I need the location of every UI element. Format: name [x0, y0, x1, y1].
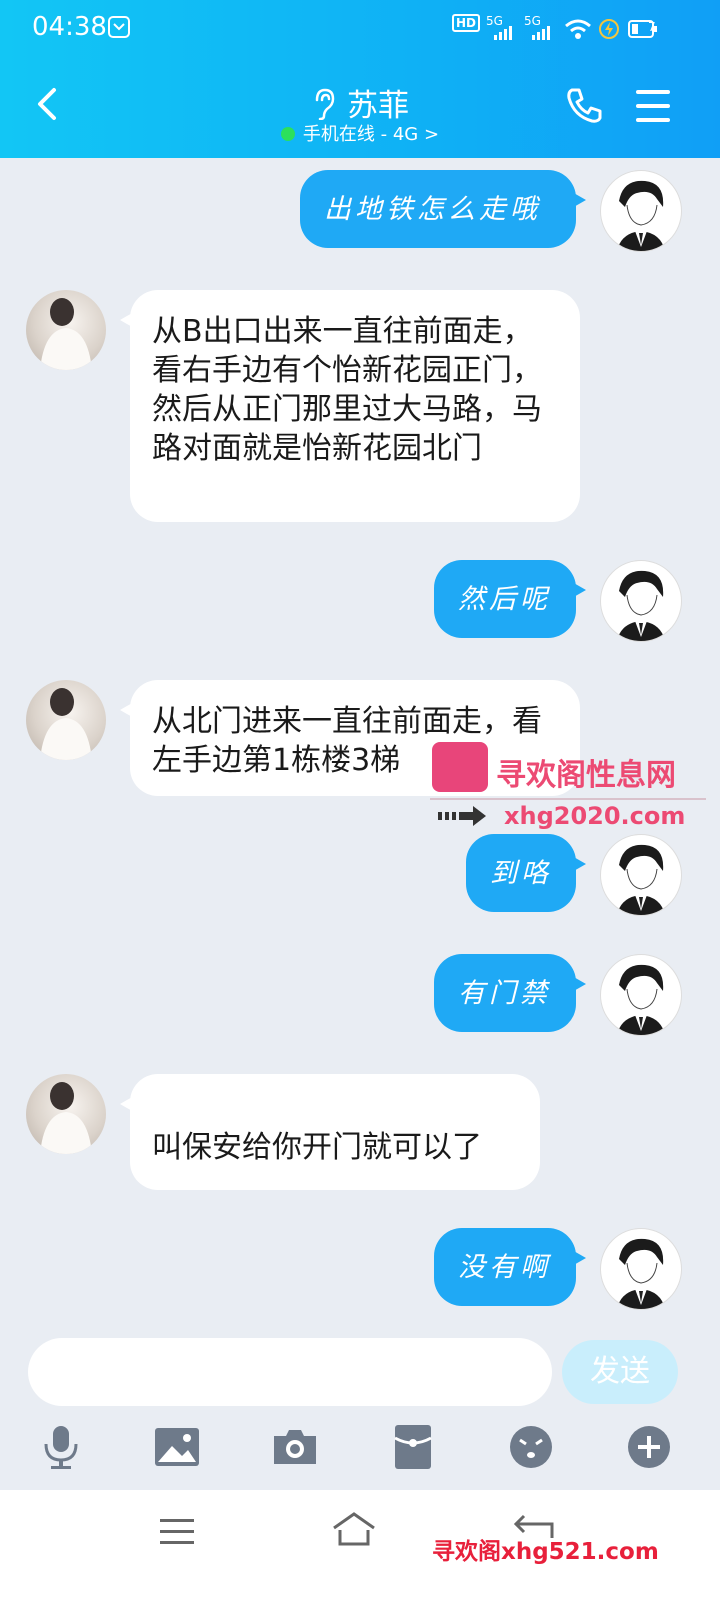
hd-icon: HD	[452, 14, 481, 32]
contact-name: 苏菲	[347, 88, 409, 124]
menu-icon[interactable]	[632, 86, 676, 126]
message-input[interactable]	[28, 1338, 552, 1406]
app-notification-icon	[108, 16, 130, 38]
watermark-bottom: 寻欢阁xhg521.com	[432, 1539, 659, 1565]
redpacket-icon[interactable]	[388, 1422, 438, 1472]
contact-message-bubble[interactable]: 从B出口出来一直往前面走，看右手边有个怡新花园正门，然后从正门那里过大马路，马路…	[120, 290, 580, 522]
contact-avatar[interactable]	[26, 1074, 106, 1154]
my-message-bubble[interactable]: 有门禁	[434, 954, 586, 1032]
my-message-bubble[interactable]: 到咯	[466, 834, 586, 912]
online-dot	[280, 127, 295, 141]
contact-avatar[interactable]	[26, 680, 106, 760]
ear-icon	[315, 88, 335, 121]
my-message-bubble[interactable]: 出地铁怎么走哦	[300, 170, 586, 248]
data-saver-icon	[599, 19, 619, 39]
my-message-bubble[interactable]: 没有啊	[434, 1228, 586, 1306]
online-status: 手机在线 - 4G >	[0, 120, 720, 146]
watermark-divider	[430, 798, 706, 800]
signal-icon-1	[494, 26, 512, 40]
my-avatar[interactable]	[600, 170, 682, 252]
phone-icon[interactable]	[562, 84, 606, 128]
watermark-url: xhg2020.com	[504, 802, 686, 830]
my-avatar[interactable]	[600, 560, 682, 642]
contact-message-bubble[interactable]: 叫保安给你开门就可以了	[120, 1074, 540, 1190]
input-bar: 发送	[0, 1328, 720, 1408]
online-status-text: 手机在线 - 4G >	[302, 124, 440, 145]
status-bar: 04:38 HD 5G 5G 7	[0, 0, 720, 56]
message-list[interactable]: 出地铁怎么走哦 从B出口出来一直往前面走，看右手边有个怡新花园正门，然后从正门那…	[0, 158, 720, 1328]
battery-level: 7	[648, 20, 656, 34]
watermark-brand: 寻欢阁性息网	[496, 758, 676, 793]
input-toolbar	[0, 1410, 720, 1490]
camera-icon[interactable]	[270, 1422, 320, 1472]
title-bar: 苏菲 手机在线 - 4G >	[0, 60, 720, 156]
send-button[interactable]: 发送	[562, 1340, 678, 1404]
mic-icon[interactable]	[36, 1422, 86, 1472]
contact-name-row[interactable]: 苏菲	[0, 80, 720, 125]
image-icon[interactable]	[152, 1422, 202, 1472]
status-time: 04:38	[32, 12, 107, 42]
chat-header: 04:38 HD 5G 5G 7 苏菲 手机在线 - 4G >	[0, 0, 720, 158]
plus-icon[interactable]	[624, 1422, 674, 1472]
my-avatar[interactable]	[600, 954, 682, 1036]
watermark-logo	[432, 742, 488, 792]
my-avatar[interactable]	[600, 834, 682, 916]
system-nav-bar: 寻欢阁xhg521.com	[0, 1490, 720, 1600]
watermark-arrow-icon	[438, 806, 486, 826]
contact-avatar[interactable]	[26, 290, 106, 370]
my-message-bubble[interactable]: 然后呢	[434, 560, 586, 638]
signal-icon-2	[532, 26, 550, 40]
emoji-icon[interactable]	[506, 1422, 556, 1472]
nav-menu-icon[interactable]	[158, 1516, 196, 1546]
nav-home-icon[interactable]	[330, 1510, 378, 1546]
my-avatar[interactable]	[600, 1228, 682, 1310]
wifi-icon	[565, 19, 591, 39]
